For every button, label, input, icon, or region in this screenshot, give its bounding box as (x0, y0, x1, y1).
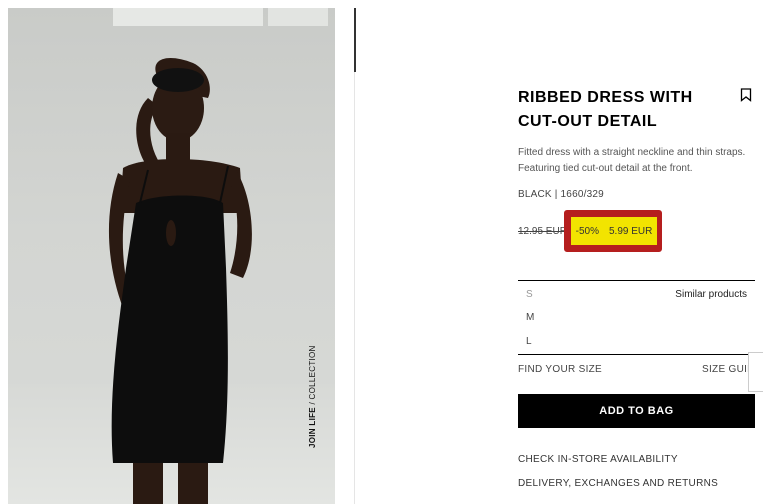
product-image[interactable]: JOIN LIFE / COLLECTION (8, 8, 335, 504)
product-title: RIBBED DRESS WITH CUT-OUT DETAIL (518, 89, 693, 130)
color-reference: BLACK | 1660/329 (518, 189, 604, 200)
product-description: Fitted dress with a straight neckline an… (518, 147, 746, 174)
sale-price-badge: -50% 5.99 EUR (571, 217, 657, 245)
delivery-returns-link[interactable]: DELIVERY, EXCHANGES AND RETURNS (518, 478, 718, 489)
sale-price: 5.99 EUR (609, 225, 653, 237)
add-to-bag-button[interactable]: ADD TO BAG (518, 394, 755, 428)
model-figure (108, 58, 252, 504)
size-guide-link[interactable]: SIZE GUIDE (702, 364, 749, 375)
similar-products-link[interactable]: Similar products (675, 289, 747, 300)
check-store-availability-link[interactable]: CHECK IN-STORE AVAILABILITY (518, 454, 678, 465)
size-option-s[interactable]: S (526, 289, 533, 300)
collection-caption: JOIN LIFE / COLLECTION (308, 345, 317, 448)
panel-divider (354, 72, 355, 504)
size-option-m[interactable]: M (526, 312, 534, 323)
size-selector: S M L Similar products (518, 280, 755, 355)
size-option-l[interactable]: L (526, 336, 532, 347)
original-price: 12.95 EUR (518, 226, 567, 237)
image-scroll-indicator[interactable] (354, 8, 356, 72)
find-your-size-link[interactable]: FIND YOUR SIZE (518, 364, 602, 375)
bookmark-icon[interactable] (740, 88, 752, 102)
side-tab[interactable] (748, 352, 763, 392)
discount-percent: -50% (575, 225, 599, 237)
